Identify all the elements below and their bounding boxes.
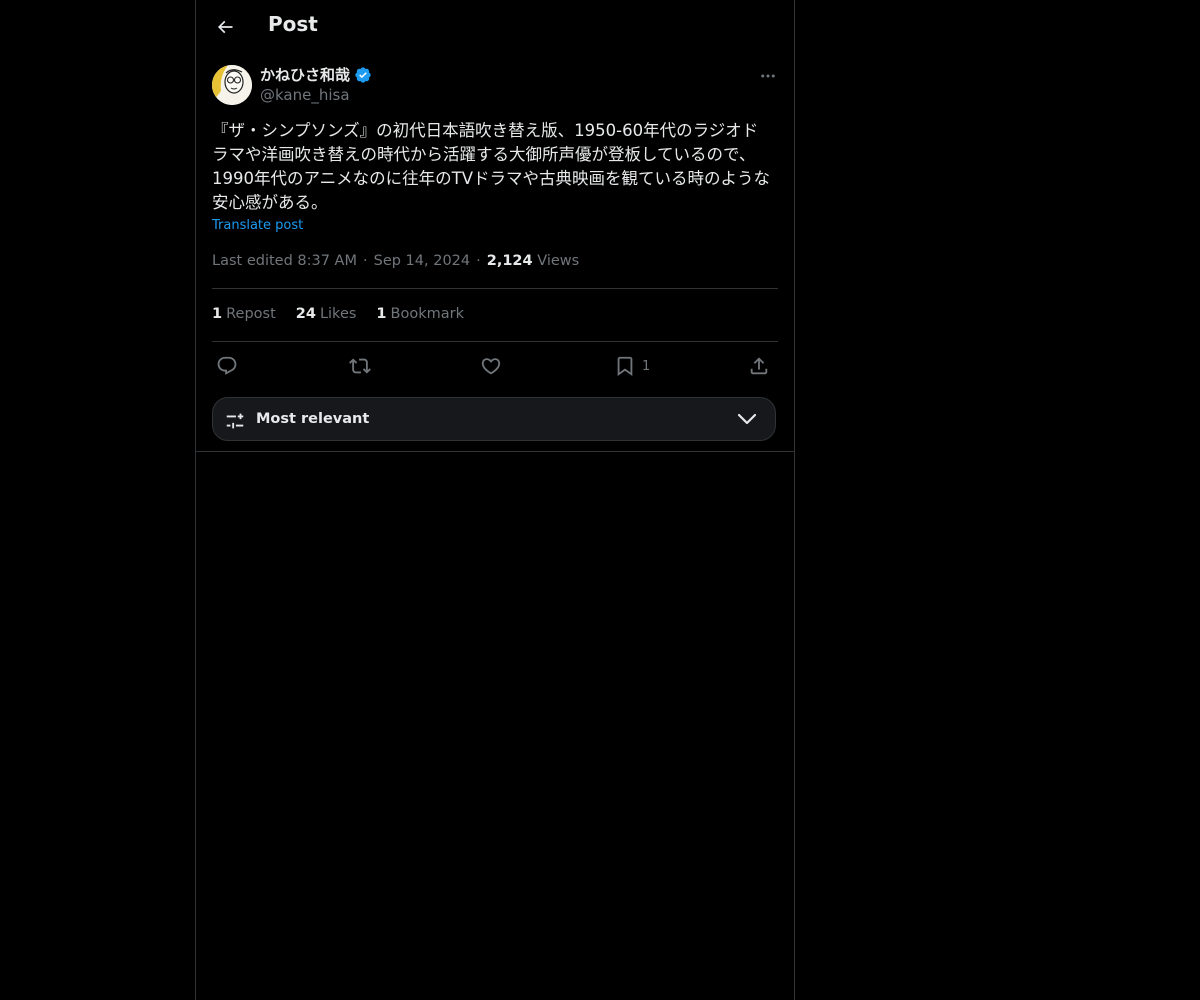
reply-button[interactable]: [216, 352, 238, 380]
likes-stat[interactable]: 24 Likes: [296, 306, 357, 322]
avatar[interactable]: [212, 65, 252, 105]
post-date[interactable]: Sep 14, 2024: [374, 253, 471, 269]
views-stat: 2,124 Views: [487, 253, 579, 269]
bookmark-count: 1: [642, 358, 651, 374]
bookmarks-stat[interactable]: 1 Bookmark: [376, 306, 464, 322]
likes-count: 24: [295, 306, 316, 322]
reply-sort-dropdown[interactable]: Most relevant: [212, 397, 776, 441]
engagement-stats: 1 Repost 24 Likes 1 Bookmark: [212, 306, 464, 322]
repost-icon: [349, 358, 371, 374]
share-button[interactable]: [748, 352, 770, 380]
bookmarks-count: 1: [376, 306, 387, 322]
post-column: Post かねひさ和哉 @kane_hisa 『ザ・シンプソンズ』の初代日本語吹…: [195, 0, 795, 1000]
bookmarks-label: Bookmark: [390, 306, 464, 322]
meta-separator: ·: [363, 253, 368, 269]
author-name[interactable]: かねひさ和哉: [260, 64, 372, 85]
views-count: 2,124: [486, 253, 533, 269]
divider: [212, 288, 778, 289]
bookmark-button[interactable]: 1: [614, 352, 650, 380]
share-icon: [750, 357, 768, 375]
repost-button[interactable]: [349, 352, 371, 380]
bookmark-icon: [617, 356, 633, 377]
divider: [212, 341, 778, 342]
back-button[interactable]: [208, 10, 242, 44]
verified-badge-icon: [355, 66, 371, 83]
more-options-button[interactable]: [752, 62, 784, 90]
heart-icon: [481, 358, 501, 375]
post-meta: Last edited 8:37 AM · Sep 14, 2024 · 2,1…: [212, 253, 579, 269]
author-handle[interactable]: @kane_hisa: [260, 86, 350, 104]
more-horizontal-icon: [761, 74, 775, 78]
action-bar: 1: [212, 352, 778, 380]
like-button[interactable]: [480, 352, 502, 380]
author-display-name: かねひさ和哉: [260, 66, 351, 84]
edited-time[interactable]: Last edited 8:37 AM: [212, 253, 357, 269]
page-title: Post: [268, 12, 318, 36]
avatar-image: [212, 65, 252, 105]
reposts-count: 1: [212, 306, 223, 322]
reposts-stat[interactable]: 1 Repost: [212, 306, 276, 322]
post-text: 『ザ・シンプソンズ』の初代日本語吹き替え版、1950-60年代のラジオドラマや洋…: [212, 121, 771, 212]
translate-post-link[interactable]: Translate post: [212, 218, 303, 233]
divider: [196, 451, 794, 452]
sliders-icon: [226, 413, 244, 429]
chevron-down-icon: [737, 413, 757, 425]
likes-label: Likes: [319, 306, 357, 322]
meta-separator: ·: [476, 253, 481, 269]
page-header: Post: [196, 0, 794, 53]
reply-icon: [217, 356, 237, 375]
arrow-left-icon: [217, 20, 233, 34]
sort-label: Most relevant: [256, 411, 370, 427]
views-label: Views: [537, 253, 580, 269]
reposts-label: Repost: [226, 306, 276, 322]
